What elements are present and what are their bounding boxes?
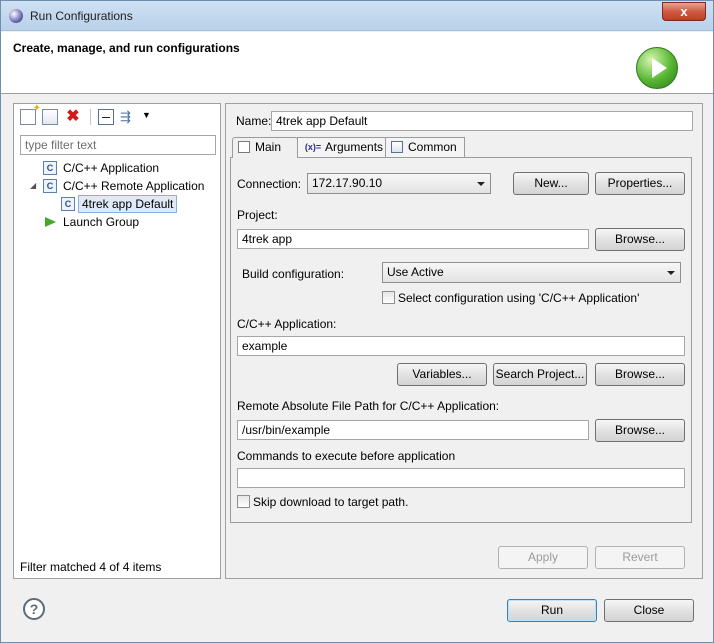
- title-bar: Run Configurations x: [1, 1, 713, 31]
- expand-arrow-icon[interactable]: ◢: [30, 177, 40, 195]
- tab-label: Arguments: [325, 140, 384, 154]
- remote-path-label: Remote Absolute File Path for C/C++ Appl…: [237, 399, 500, 413]
- window-title: Run Configurations: [30, 9, 133, 23]
- name-field[interactable]: [271, 111, 693, 131]
- chevron-down-icon[interactable]: ▼: [142, 110, 151, 120]
- toolbar-separator: [90, 109, 91, 125]
- filter-status: Filter matched 4 of 4 items: [20, 560, 162, 574]
- filter-input[interactable]: [20, 135, 216, 155]
- tab-label: Common: [408, 140, 457, 154]
- duplicate-icon[interactable]: [42, 109, 58, 125]
- commands-field[interactable]: [237, 468, 685, 488]
- skip-download-checkbox[interactable]: [237, 495, 250, 508]
- project-field[interactable]: 4trek app: [237, 229, 589, 249]
- eclipse-icon: [9, 9, 23, 23]
- tab-label: Main: [255, 140, 282, 154]
- window-close-button[interactable]: x: [662, 2, 706, 21]
- dialog-header: Create, manage, and run configurations: [1, 32, 713, 94]
- tab-arguments[interactable]: (x)= Arguments: [297, 137, 386, 157]
- build-configuration-value: Use Active: [387, 265, 444, 279]
- remote-path-browse-button[interactable]: Browse...: [595, 419, 685, 442]
- tree-item-c-application[interactable]: C C/C++ Application: [14, 159, 220, 177]
- name-label: Name:: [236, 114, 272, 128]
- connection-label: Connection:: [237, 177, 302, 191]
- project-browse-button[interactable]: Browse...: [595, 228, 685, 251]
- new-configuration-icon[interactable]: [20, 103, 41, 125]
- application-browse-button[interactable]: Browse...: [595, 363, 685, 386]
- collapse-all-icon[interactable]: [98, 109, 114, 125]
- build-configuration-label: Build configuration:: [242, 267, 345, 281]
- launch-group-icon: [45, 217, 56, 227]
- build-configuration-select[interactable]: Use Active: [382, 262, 681, 283]
- filter-icon[interactable]: ⇶: [120, 109, 136, 125]
- tab-main[interactable]: Main: [232, 137, 298, 158]
- run-icon: [636, 47, 678, 89]
- configuration-editor: Name: Main (x)= Arguments Common Connect…: [225, 103, 703, 579]
- c-config-icon: C: [43, 179, 57, 193]
- common-tab-icon: [391, 141, 403, 153]
- tree-item-label: C/C++ Application: [63, 161, 160, 175]
- delete-icon[interactable]: ✖: [65, 109, 81, 125]
- skip-download-label: Skip download to target path.: [253, 495, 409, 509]
- tree-item-label: C/C++ Remote Application: [63, 179, 205, 193]
- help-icon[interactable]: ?: [23, 598, 45, 620]
- arguments-icon: (x)=: [304, 142, 322, 152]
- tree-item-launch-group[interactable]: Launch Group: [14, 213, 220, 231]
- application-label: C/C++ Application:: [237, 317, 337, 331]
- tree-item-c-remote-application[interactable]: ◢ C C/C++ Remote Application: [14, 177, 220, 195]
- chevron-down-icon: [667, 271, 675, 275]
- connection-value: 172.17.90.10: [312, 176, 383, 190]
- tree-item-label: Launch Group: [63, 215, 140, 229]
- revert-button[interactable]: Revert: [595, 546, 685, 569]
- properties-button[interactable]: Properties...: [595, 172, 685, 195]
- run-button[interactable]: Run: [507, 599, 597, 622]
- commands-label: Commands to execute before application: [237, 449, 456, 463]
- select-configuration-checkbox[interactable]: [382, 291, 395, 304]
- c-config-icon: C: [61, 197, 75, 211]
- tree-item-4trek-app-default[interactable]: C 4trek app Default: [14, 195, 220, 213]
- close-button[interactable]: Close: [604, 599, 694, 622]
- main-tab-content: Connection: 172.17.90.10 New... Properti…: [230, 157, 692, 523]
- tree-toolbar: ✖ ⇶ ▼: [14, 103, 220, 130]
- select-configuration-label: Select configuration using 'C/C++ Applic…: [398, 291, 640, 305]
- connection-select[interactable]: 172.17.90.10: [307, 173, 491, 194]
- run-configurations-window: Run Configurations x Create, manage, and…: [0, 0, 714, 643]
- remote-path-field[interactable]: /usr/bin/example: [237, 420, 589, 440]
- configuration-tree-panel: ✖ ⇶ ▼ C C/C++ Application ◢ C C/C++ Remo…: [13, 103, 221, 579]
- variables-button[interactable]: Variables...: [397, 363, 487, 386]
- tab-common[interactable]: Common: [385, 137, 465, 157]
- search-project-button[interactable]: Search Project...: [493, 363, 587, 386]
- project-label: Project:: [237, 208, 278, 222]
- apply-button[interactable]: Apply: [498, 546, 588, 569]
- chevron-down-icon: [477, 182, 485, 186]
- new-connection-button[interactable]: New...: [513, 172, 589, 195]
- main-tab-icon: [238, 141, 250, 153]
- application-field[interactable]: example: [237, 336, 685, 356]
- c-config-icon: C: [43, 161, 57, 175]
- tree-item-label: 4trek app Default: [78, 195, 178, 213]
- dialog-heading: Create, manage, and run configurations: [13, 41, 240, 55]
